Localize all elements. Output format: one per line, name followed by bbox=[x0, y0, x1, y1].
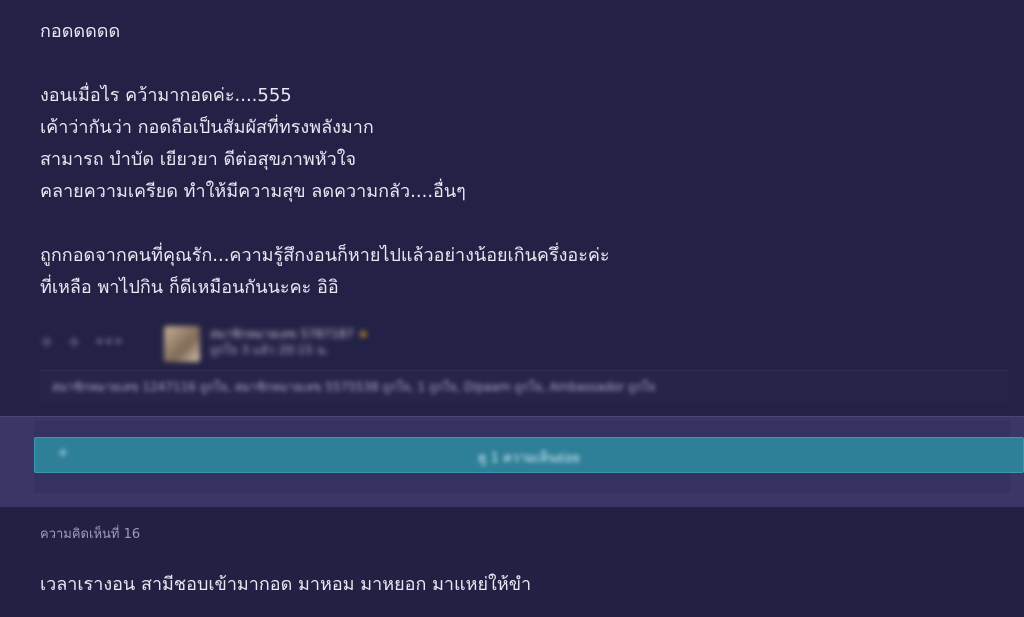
view-replies-button[interactable]: + ดู 1 ความเห็นย่อย bbox=[34, 437, 1024, 473]
likes-tagline: สมาชิกหมายเลข 1247116 ถูกใจ, สมาชิกหมายเ… bbox=[40, 370, 1008, 401]
post-line: ที่เหลือ พาไปกิน ก็ดีเหมือนกันนะคะ อิอิ bbox=[40, 277, 339, 298]
minus-icon[interactable]: + bbox=[67, 332, 80, 351]
comment-number: ความคิดเห็นที่ 16 bbox=[40, 527, 141, 542]
avatar[interactable] bbox=[164, 326, 200, 362]
post-line: เค้าว่ากันว่า กอดถือเป็นสัมผัสที่ทรงพลัง… bbox=[40, 117, 374, 138]
comment-16: ความคิดเห็นที่ 16 เวลาเรางอน สามีชอบเข้า… bbox=[0, 507, 1024, 617]
post-timestamp: ถูกใจ 3 แล้ว 20:15 น. bbox=[210, 343, 329, 357]
medal-icon: ★ bbox=[357, 327, 369, 341]
likes-text[interactable]: สมาชิกหมายเลข 1247116 ถูกใจ, สมาชิกหมายเ… bbox=[52, 378, 655, 397]
author-block: สมาชิกหมายเลข 5787187 ★ ถูกใจ 3 แล้ว 20:1… bbox=[210, 326, 369, 358]
author-name[interactable]: สมาชิกหมายเลข 5787187 ★ bbox=[210, 326, 369, 342]
post-line: สามารถ บำบัด เยียวยา ดีต่อสุขภาพหัวใจ bbox=[40, 149, 357, 170]
post-line: งอนเมื่อไร คว้ามากอดค่ะ....555 bbox=[40, 85, 292, 106]
post-line: ถูกกอดจากคนที่คุณรัก...ความรู้สึกงอนก็หา… bbox=[40, 245, 610, 266]
post-card: กอดดดดด งอนเมื่อไร คว้ามากอดค่ะ....555 เ… bbox=[0, 0, 1024, 416]
post-line: กอดดดดด bbox=[40, 21, 121, 42]
author-name-text[interactable]: สมาชิกหมายเลข 5787187 bbox=[210, 327, 354, 341]
comment-text: เวลาเรางอน สามีชอบเข้ามากอด มาหอม มาหยอก… bbox=[40, 574, 532, 595]
post-body: กอดดดดด งอนเมื่อไร คว้ามากอดค่ะ....555 เ… bbox=[40, 16, 1000, 304]
post-meta-row: + + ••• สมาชิกหมายเลข 5787187 ★ ถูกใจ 3 แ… bbox=[40, 324, 460, 368]
post-line: คลายความเครียด ทำให้มีความสุข ลดความกลัว… bbox=[40, 181, 466, 202]
ellipsis-icon[interactable]: ••• bbox=[95, 332, 123, 351]
view-replies-label: ดู 1 ความเห็นย่อย bbox=[478, 451, 580, 466]
plus-icon[interactable]: + bbox=[40, 332, 53, 351]
vote-actions: + + ••• bbox=[40, 332, 123, 351]
